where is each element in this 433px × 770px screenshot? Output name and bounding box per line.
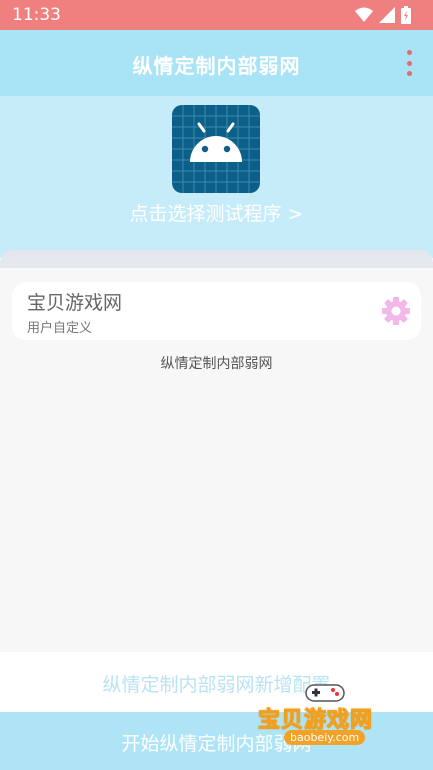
game-controller-icon bbox=[305, 684, 345, 702]
android-robot-icon bbox=[172, 105, 260, 193]
menu-dot bbox=[406, 50, 412, 55]
config-card[interactable]: 宝贝游戏网 用户自定义 bbox=[12, 282, 421, 340]
more-options-icon[interactable] bbox=[403, 50, 415, 76]
signal-icon bbox=[379, 7, 395, 23]
config-panel: 宝贝游戏网 用户自定义 纵情定制内部弱网 bbox=[0, 250, 433, 652]
watermark-url: baobeiy.com bbox=[284, 730, 366, 745]
android-app-icon[interactable] bbox=[172, 105, 260, 193]
status-time: 11:33 bbox=[12, 5, 61, 25]
app-bar: 纵情定制内部弱网 bbox=[0, 30, 433, 96]
config-subtitle: 用户自定义 bbox=[27, 321, 93, 336]
app-picker-section: 点击选择测试程序 > bbox=[0, 96, 433, 258]
select-test-app-link[interactable]: 点击选择测试程序 > bbox=[0, 199, 433, 226]
wifi-icon bbox=[355, 7, 373, 22]
menu-dot bbox=[406, 71, 412, 76]
gear-icon[interactable] bbox=[381, 296, 411, 326]
status-bar: 11:33 bbox=[0, 0, 433, 30]
panel-caption: 纵情定制内部弱网 bbox=[160, 356, 273, 372]
panel-top-band bbox=[0, 250, 433, 268]
config-name: 宝贝游戏网 bbox=[27, 292, 123, 314]
app-title: 纵情定制内部弱网 bbox=[132, 54, 301, 78]
battery-icon bbox=[401, 6, 411, 24]
menu-dot bbox=[406, 60, 412, 66]
watermark: 宝贝游戏网 baobeiy.com bbox=[252, 676, 402, 766]
